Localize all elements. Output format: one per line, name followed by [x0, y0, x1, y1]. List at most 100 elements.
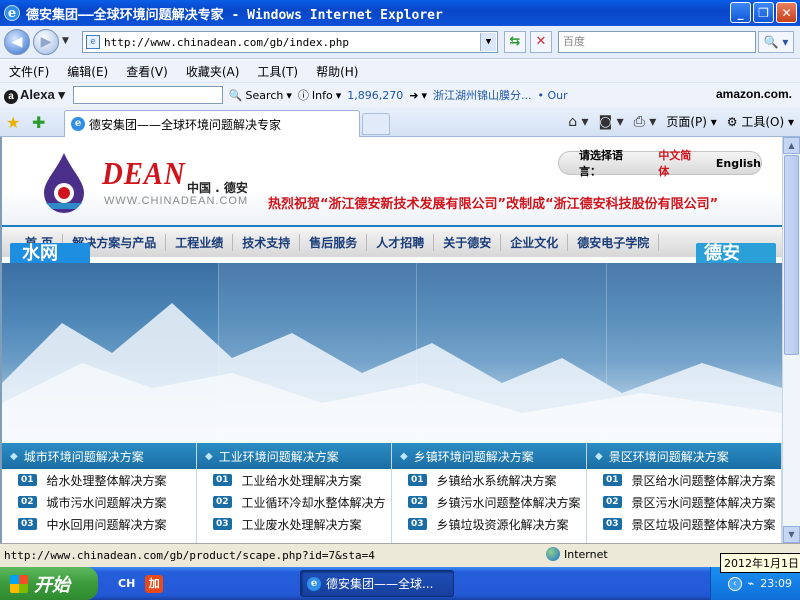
taskbar-ie-window[interactable]: e 德安集团——全球... — [300, 570, 454, 597]
stop-button[interactable]: ✕ — [530, 31, 552, 53]
menu-file[interactable]: 文件(F) — [0, 63, 58, 80]
feeds-icon[interactable]: ◙ ▾ — [599, 114, 624, 130]
solution-item[interactable]: 03 乡镇垃圾资源化解决方案 — [392, 513, 586, 535]
menu-bar: 文件(F) 编辑(E) 查看(V) 收藏夹(A) 工具(T) 帮助(H) — [0, 60, 800, 82]
windows-flag-icon — [10, 574, 28, 593]
solution-item[interactable]: 01 给水处理整体解决方案 — [2, 469, 196, 491]
amazon-link[interactable]: amazon.com. — [716, 87, 792, 101]
maximize-button[interactable]: ❐ — [753, 2, 774, 23]
start-button[interactable]: 开始 — [0, 567, 98, 600]
search-input[interactable]: 百度 — [558, 31, 756, 53]
scroll-down-icon[interactable]: ▼ — [783, 526, 800, 543]
solution-header[interactable]: ◆ 乡镇环境问题解决方案 — [392, 443, 586, 469]
menu-tools[interactable]: 工具(T) — [248, 63, 307, 80]
title-bar: e 德安集团——全球环境问题解决专家 - Windows Internet Ex… — [0, 0, 800, 26]
menu-help[interactable]: 帮助(H) — [307, 63, 367, 80]
dean-logo-icon[interactable] — [36, 151, 92, 215]
dean-badge[interactable]: 德安 — [696, 243, 776, 265]
security-zone[interactable]: Internet — [546, 547, 608, 561]
solution-item[interactable]: 03 工业废水处理解决方案 — [197, 513, 391, 535]
solution-item[interactable]: 03 中水回用问题解决方案 — [2, 513, 196, 535]
magnifier-icon: 🔍 — [228, 88, 243, 102]
lang-chinese-link[interactable]: 中文简体 — [658, 147, 702, 179]
nav-projects[interactable]: 工程业绩 — [166, 233, 234, 251]
globe-icon — [546, 547, 560, 561]
page-viewport: DEAN 中国 . 德安 WWW.CHINADEAN.COM 请选择语言： 中文… — [0, 137, 782, 543]
menu-view[interactable]: 查看(V) — [117, 63, 177, 80]
language-selector: 请选择语言： 中文简体 English — [558, 149, 762, 178]
water-net-badge[interactable]: 水网 — [10, 243, 90, 265]
solution-header[interactable]: ◆ 工业环境问题解决方案 — [197, 443, 391, 469]
tray-expand-icon[interactable]: ‹ — [727, 576, 742, 591]
solution-item[interactable]: 02 景区污水问题整体解决方案 — [587, 491, 781, 513]
alexa-info-button[interactable]: ⓘ Info ▾ — [298, 87, 341, 103]
print-icon[interactable]: ⎙ ▾ — [634, 114, 657, 130]
search-button[interactable]: 🔍 ▾ — [758, 31, 794, 53]
menu-favorites[interactable]: 收藏夹(A) — [177, 63, 249, 80]
alexa-rank[interactable]: 1,896,270 — [347, 89, 403, 102]
menu-edit[interactable]: 编辑(E) — [58, 63, 117, 80]
alexa-related-button[interactable]: ➜ ▾ — [409, 89, 427, 102]
ie-icon: e — [4, 5, 20, 21]
language-prompt: 请选择语言： — [579, 149, 623, 178]
solution-item[interactable]: 02 城市污水问题解决方案 — [2, 491, 196, 513]
nav-after-sales[interactable]: 售后服务 — [300, 233, 368, 251]
network-icon[interactable]: ⌁ — [748, 577, 755, 590]
recent-pages-dropdown-icon[interactable]: ▼ — [62, 36, 69, 46]
alexa-ticker[interactable]: 浙江湖州锦山膜分... — [433, 87, 532, 103]
vertical-scrollbar[interactable]: ▲ ▼ — [782, 137, 800, 543]
mountain-silhouette — [2, 303, 782, 443]
tab-ie-icon: e — [71, 117, 85, 131]
brand-name[interactable]: DEAN — [102, 155, 186, 192]
input-language-indicator[interactable]: CH — [118, 577, 135, 590]
nav-tech-support[interactable]: 技术支持 — [233, 233, 301, 251]
solution-item[interactable]: 03 景区垃圾问题整体解决方案 — [587, 513, 781, 535]
pin-icon: ◆ — [10, 450, 18, 462]
add-favorite-icon[interactable]: ✚ — [32, 113, 45, 132]
refresh-button[interactable]: ⇆ — [504, 31, 526, 53]
nav-e-academy[interactable]: 德安电子学院 — [568, 233, 660, 251]
address-dropdown-icon[interactable]: ▼ — [480, 33, 496, 51]
clock[interactable]: 23:09 — [760, 577, 792, 590]
nav-jobs[interactable]: 人才招聘 — [367, 233, 435, 251]
solution-column-scenic: ◆ 景区环境问题解决方案 01 景区给水问题整体解决方案 02 景区污水问题整体解决方… — [587, 443, 782, 543]
tab-bar: ★ ✚ e 德安集团——全球环境问题解决专家 ⌂ ▾ ◙ ▾ ⎙ ▾ 页面(P)… — [0, 107, 800, 137]
favorites-star-icon[interactable]: ★ — [6, 113, 20, 132]
tab-active[interactable]: e 德安集团——全球环境问题解决专家 — [64, 110, 360, 137]
lang-english-link[interactable]: English — [716, 157, 761, 170]
solution-header[interactable]: ◆ 城市环境问题解决方案 — [2, 443, 196, 469]
solutions-section: ◆ 城市环境问题解决方案 01 给水处理整体解决方案 02 城市污水问题解决方案 03… — [2, 443, 782, 543]
minimize-button[interactable]: _ — [730, 2, 751, 23]
pin-icon: ◆ — [205, 450, 213, 462]
solution-header[interactable]: ◆ 景区环境问题解决方案 — [587, 443, 781, 469]
nav-about[interactable]: 关于德安 — [434, 233, 502, 251]
brand-cn: 中国 . 德安 — [187, 181, 248, 195]
solution-item[interactable]: 02 工业循环冷却水整体解决方 — [197, 491, 391, 513]
back-button[interactable]: ◀ — [4, 29, 30, 55]
nav-culture[interactable]: 企业文化 — [501, 233, 569, 251]
alexa-ticker-suffix: • Our — [537, 88, 568, 102]
scroll-up-icon[interactable]: ▲ — [783, 137, 800, 154]
page-icon: e — [86, 35, 100, 49]
solution-item[interactable]: 01 景区给水问题整体解决方案 — [587, 469, 781, 491]
congrats-banner-text[interactable]: 热烈祝贺“浙江德安新技术发展有限公司”改制成“浙江德安科技股份有限公司” — [268, 193, 718, 212]
alexa-search-button[interactable]: 🔍 Search ▾ — [229, 89, 292, 102]
solution-item[interactable]: 01 工业给水处理解决方案 — [197, 469, 391, 491]
alexa-search-input[interactable] — [72, 86, 223, 104]
forward-button[interactable]: ▶ — [33, 29, 59, 55]
info-icon: ⓘ — [297, 89, 309, 102]
solution-item[interactable]: 01 乡镇给水系统解决方案 — [392, 469, 586, 491]
alexa-logo[interactable]: a Alexa ▾ — [4, 87, 65, 104]
tray-app-icon[interactable]: 加 — [145, 574, 164, 593]
command-bar: ⌂ ▾ ◙ ▾ ⎙ ▾ 页面(P) ▾ ⚙ 工具(O) ▾ — [568, 113, 794, 130]
address-bar[interactable]: e http://www.chinadean.com/gb/index.php … — [82, 31, 498, 53]
new-tab-button[interactable] — [362, 113, 390, 135]
close-button[interactable]: ✕ — [776, 2, 797, 23]
home-icon[interactable]: ⌂ ▾ — [568, 114, 588, 130]
solution-item[interactable]: 02 乡镇污水问题整体解决方案 — [392, 491, 586, 513]
taskbar-ie-icon: e — [307, 576, 321, 591]
scroll-thumb[interactable] — [784, 155, 799, 355]
tab-title: 德安集团——全球环境问题解决专家 — [89, 117, 282, 132]
page-menu[interactable]: 页面(P) ▾ — [666, 113, 716, 130]
tools-menu[interactable]: ⚙ 工具(O) ▾ — [727, 113, 794, 130]
